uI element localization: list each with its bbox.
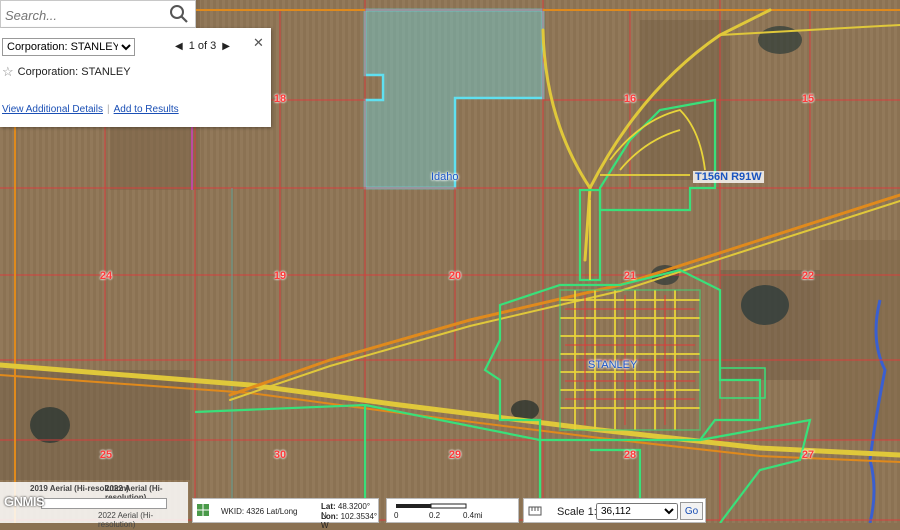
- gnm-logo: GNMIS: [4, 494, 45, 509]
- section-label: 22: [801, 270, 815, 282]
- next-arrow-icon[interactable]: ▶: [222, 41, 230, 52]
- add-to-results-link[interactable]: Add to Results: [114, 104, 179, 115]
- view-details-link[interactable]: View Additional Details: [2, 104, 103, 115]
- lat-label: Lat:: [321, 502, 336, 511]
- section-label: 29: [448, 449, 462, 461]
- go-button[interactable]: Go: [680, 502, 703, 520]
- panel-links: View Additional Details | Add to Results: [2, 104, 179, 115]
- grid-icon[interactable]: [196, 503, 210, 517]
- section-label: 28: [623, 449, 637, 461]
- prev-arrow-icon[interactable]: ◀: [175, 41, 183, 52]
- scale-tick: 0: [394, 511, 399, 520]
- scale-tick: 0.2: [429, 511, 441, 520]
- search-icon[interactable]: [169, 4, 189, 24]
- layer-select[interactable]: Corporation: STANLEY: [2, 38, 135, 56]
- section-label: 18: [273, 93, 287, 105]
- search-bar: [0, 0, 196, 29]
- pager-text: 1 of 3: [188, 40, 217, 52]
- link-separator: |: [107, 104, 110, 115]
- lon-label: Lon:: [321, 512, 339, 521]
- wkid-label: WKID: 4326 Lat/Long: [221, 507, 298, 516]
- scale-tick: 0.4mi: [463, 511, 483, 520]
- section-label: 24: [99, 270, 113, 282]
- lon-readout: Lon: 102.3534° W: [321, 512, 378, 530]
- coordinate-readout: WKID: 4326 Lat/Long Lat: 48.3200° N Lon:…: [192, 498, 379, 530]
- layer-2022-bottom-label: 2022 Aerial (Hi-resolution): [98, 511, 154, 529]
- close-icon[interactable]: ✕: [253, 35, 264, 51]
- scale-icon: [528, 506, 542, 516]
- star-icon[interactable]: ☆: [2, 64, 14, 80]
- scale-select[interactable]: 36,112: [596, 503, 678, 520]
- section-label: 15: [801, 93, 815, 105]
- section-label: 27: [801, 449, 815, 461]
- section-label: 30: [273, 449, 287, 461]
- township-label: T156N R91W: [693, 171, 764, 183]
- result-label: Corporation: STANLEY: [17, 66, 131, 78]
- section-label: 19: [273, 270, 287, 282]
- layer-swipe-slider[interactable]: [41, 498, 167, 509]
- scale-bar: 0 0.2 0.4mi: [386, 498, 519, 523]
- section-label: 25: [99, 449, 113, 461]
- identify-panel: Corporation: STANLEY ◀ 1 of 3 ▶ ✕ ☆ Corp…: [0, 28, 271, 127]
- result-pager: ◀ 1 of 3 ▶: [175, 40, 230, 52]
- scale-control: Scale 1: 36,112 Go: [523, 498, 706, 523]
- scale-label: Scale 1:: [557, 506, 597, 518]
- search-input[interactable]: [1, 1, 167, 29]
- place-label-idaho: Idaho: [431, 171, 459, 183]
- scale-bar-graphic: [396, 503, 467, 509]
- section-label: 20: [448, 270, 462, 282]
- section-label: 21: [623, 270, 637, 282]
- result-item: ☆ Corporation: STANLEY: [2, 64, 131, 80]
- place-label-stanley: STANLEY: [588, 359, 638, 371]
- section-label: 16: [623, 93, 637, 105]
